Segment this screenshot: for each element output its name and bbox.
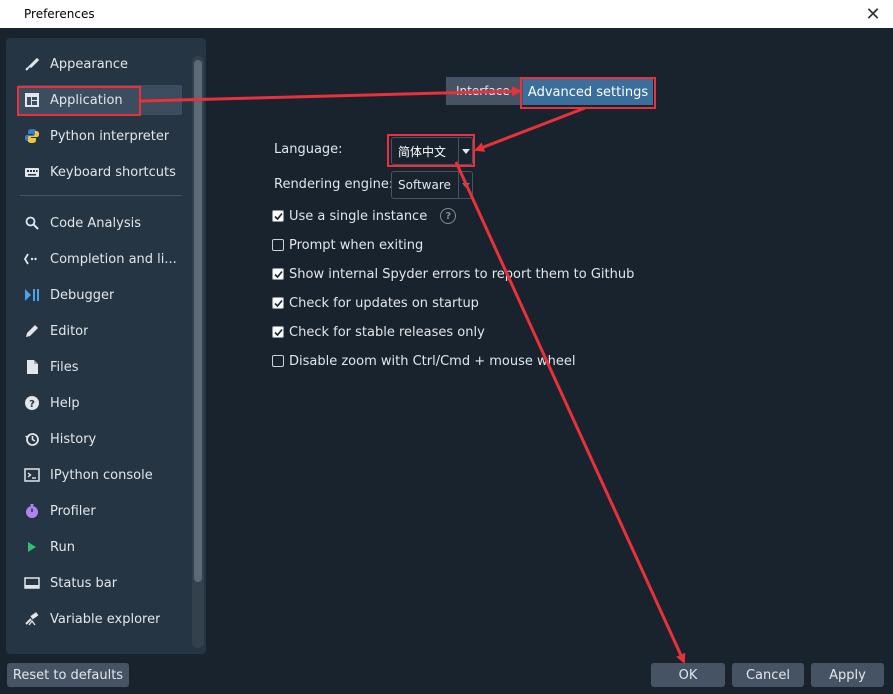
option-disable-zoom[interactable]: Disable zoom with Ctrl/Cmd + mouse wheel <box>272 352 576 370</box>
sidebar-item-label: Profiler <box>50 503 96 519</box>
code-analysis-icon <box>22 213 42 233</box>
option-label: Disable zoom with Ctrl/Cmd + mouse wheel <box>289 353 576 369</box>
option-show-internal-errors[interactable]: Show internal Spyder errors to report th… <box>272 265 634 283</box>
files-icon <box>22 357 42 377</box>
title-bar: Preferences ✕ <box>0 0 893 28</box>
svg-text:?: ? <box>29 399 35 410</box>
editor-icon <box>22 321 42 341</box>
sidebar-item-label: IPython console <box>50 467 153 483</box>
sidebar-item-profiler[interactable]: Profiler <box>18 496 182 526</box>
rendering-engine-value: Software <box>398 178 451 192</box>
profiler-icon <box>22 501 42 521</box>
sidebar-item-ipython-console[interactable]: IPython console <box>18 460 182 490</box>
help-icon: ? <box>22 393 42 413</box>
sidebar-item-label: Run <box>50 539 75 555</box>
sidebar-item-status-bar[interactable]: Status bar <box>18 568 182 598</box>
sidebar-item-label: Code Analysis <box>50 215 141 231</box>
reset-to-defaults-button[interactable]: Reset to defaults <box>7 663 129 687</box>
sidebar-item-files[interactable]: Files <box>18 352 182 382</box>
sidebar-item-run[interactable]: Run <box>18 532 182 562</box>
keyboard-icon <box>22 162 42 182</box>
sidebar-scrollbar-thumb[interactable] <box>194 60 202 582</box>
apply-button[interactable]: Apply <box>811 663 884 687</box>
sidebar-item-keyboard-shortcuts[interactable]: Keyboard shortcuts <box>18 157 182 187</box>
variable-explorer-icon <box>22 609 42 629</box>
sidebar-item-label: History <box>50 431 97 447</box>
tab-interface-label: Interface <box>456 84 510 98</box>
option-single-instance[interactable]: Use a single instance ? <box>272 207 457 225</box>
history-icon <box>22 429 42 449</box>
checkbox-checked[interactable] <box>272 210 284 222</box>
status-bar-icon <box>22 573 42 593</box>
sidebar-item-label: Help <box>50 395 80 411</box>
arrow-to-ok <box>454 161 686 664</box>
sidebar-item-history[interactable]: History <box>18 424 182 454</box>
ok-button[interactable]: OK <box>651 663 725 687</box>
chevron-down-icon <box>458 138 472 164</box>
sidebar-item-label: Keyboard shortcuts <box>50 164 176 180</box>
python-icon <box>22 126 42 146</box>
tab-advanced-settings[interactable]: Advanced settings <box>523 79 653 105</box>
close-icon[interactable]: ✕ <box>861 4 885 25</box>
sidebar-divider <box>20 195 182 196</box>
sidebar-item-python-interpreter[interactable]: Python interpreter <box>18 121 182 151</box>
sidebar-item-variable-explorer[interactable]: Variable explorer <box>18 604 182 634</box>
sidebar-item-help[interactable]: ? Help <box>18 388 182 418</box>
application-icon <box>22 90 42 110</box>
console-icon <box>22 465 42 485</box>
help-icon[interactable]: ? <box>440 208 457 224</box>
sidebar-item-application[interactable]: Application <box>18 85 182 115</box>
sidebar-item-appearance[interactable]: Appearance <box>18 49 182 79</box>
option-check-updates[interactable]: Check for updates on startup <box>272 294 479 312</box>
arrow-to-language <box>474 106 586 152</box>
sidebar-item-label: Editor <box>50 323 89 339</box>
language-select[interactable]: 简体中文 <box>391 137 473 165</box>
tab-advanced-settings-label: Advanced settings <box>527 84 649 100</box>
option-label: Prompt when exiting <box>289 237 424 253</box>
sidebar-item-label: Status bar <box>50 575 118 591</box>
checkbox-unchecked[interactable] <box>272 239 284 251</box>
window-title: Preferences <box>24 7 95 21</box>
completion-icon <box>22 249 42 269</box>
sidebar-item-label: Completion and li... <box>50 251 177 267</box>
language-value: 简体中文 <box>398 144 447 159</box>
tab-interface[interactable]: Interface <box>446 77 526 105</box>
option-label: Check for stable releases only <box>289 324 485 340</box>
sidebar-item-label: Python interpreter <box>50 128 170 144</box>
option-stable-releases[interactable]: Check for stable releases only <box>272 323 485 341</box>
sidebar-item-label: Appearance <box>50 56 129 72</box>
option-label: Use a single instance <box>289 208 428 224</box>
run-icon <box>22 537 42 557</box>
checkbox-checked[interactable] <box>272 297 284 309</box>
cancel-button[interactable]: Cancel <box>732 663 804 687</box>
sidebar-item-editor[interactable]: Editor <box>18 316 182 346</box>
chevron-down-icon <box>458 172 472 198</box>
sidebar-item-label: Variable explorer <box>50 611 161 627</box>
checkbox-checked[interactable] <box>272 268 284 280</box>
sidebar-item-label: Application <box>50 92 123 108</box>
option-prompt-exiting[interactable]: Prompt when exiting <box>272 236 423 254</box>
checkbox-unchecked[interactable] <box>272 355 284 367</box>
sidebar-item-debugger[interactable]: Debugger <box>18 280 182 310</box>
sidebar-item-label: Debugger <box>50 287 115 303</box>
checkbox-checked[interactable] <box>272 326 284 338</box>
sidebar-item-completion[interactable]: Completion and li... <box>18 244 182 274</box>
rendering-engine-select[interactable]: Software <box>391 171 473 199</box>
language-label: Language: <box>274 142 343 157</box>
option-label: Show internal Spyder errors to report th… <box>289 266 635 282</box>
debugger-icon <box>22 285 42 305</box>
sidebar-item-code-analysis[interactable]: Code Analysis <box>18 208 182 238</box>
sidebar-item-label: Files <box>50 359 79 375</box>
rendering-engine-label: Rendering engine: <box>274 177 394 192</box>
brush-icon <box>22 54 42 74</box>
preferences-sidebar: Appearance Application Python interprete… <box>6 38 206 654</box>
option-label: Check for updates on startup <box>289 295 479 311</box>
